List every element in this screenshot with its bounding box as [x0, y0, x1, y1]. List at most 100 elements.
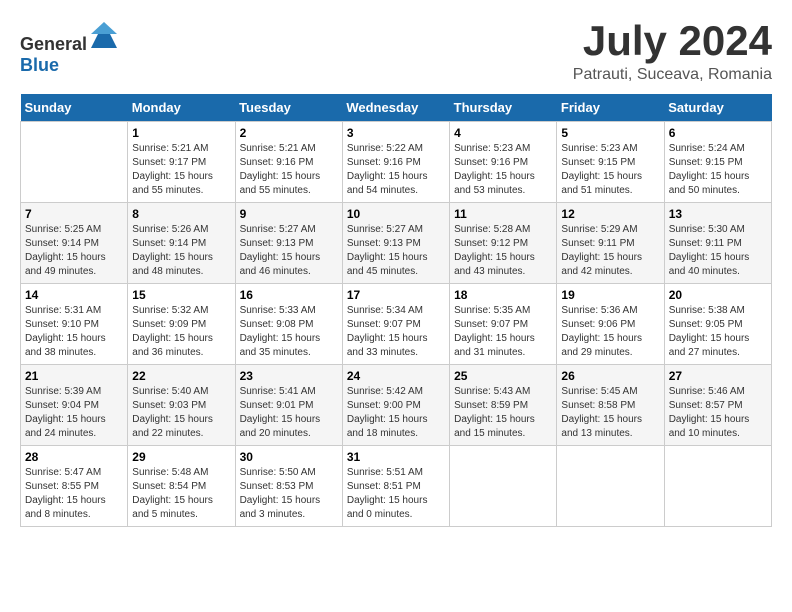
calendar-cell: 4 Sunrise: 5:23 AM Sunset: 9:16 PM Daylig… — [450, 122, 557, 203]
calendar-cell: 22 Sunrise: 5:40 AM Sunset: 9:03 PM Dayli… — [128, 365, 235, 446]
day-number: 22 — [132, 369, 230, 383]
calendar-cell: 29 Sunrise: 5:48 AM Sunset: 8:54 PM Dayli… — [128, 446, 235, 527]
calendar-cell: 11 Sunrise: 5:28 AM Sunset: 9:12 PM Dayli… — [450, 203, 557, 284]
day-number: 4 — [454, 126, 552, 140]
day-info: Sunrise: 5:31 AM Sunset: 9:10 PM Dayligh… — [25, 304, 123, 360]
day-info: Sunrise: 5:28 AM Sunset: 9:12 PM Dayligh… — [454, 223, 552, 279]
calendar-cell: 3 Sunrise: 5:22 AM Sunset: 9:16 PM Daylig… — [342, 122, 449, 203]
day-info: Sunrise: 5:41 AM Sunset: 9:01 PM Dayligh… — [240, 385, 338, 441]
day-info: Sunrise: 5:29 AM Sunset: 9:11 PM Dayligh… — [561, 223, 659, 279]
day-number: 20 — [669, 288, 767, 302]
calendar-week-row: 1 Sunrise: 5:21 AM Sunset: 9:17 PM Daylig… — [21, 122, 772, 203]
day-number: 11 — [454, 207, 552, 221]
day-number: 2 — [240, 126, 338, 140]
calendar-cell: 1 Sunrise: 5:21 AM Sunset: 9:17 PM Daylig… — [128, 122, 235, 203]
calendar-cell: 31 Sunrise: 5:51 AM Sunset: 8:51 PM Dayli… — [342, 446, 449, 527]
calendar-week-row: 7 Sunrise: 5:25 AM Sunset: 9:14 PM Daylig… — [21, 203, 772, 284]
day-number: 5 — [561, 126, 659, 140]
day-info: Sunrise: 5:35 AM Sunset: 9:07 PM Dayligh… — [454, 304, 552, 360]
calendar-cell: 25 Sunrise: 5:43 AM Sunset: 8:59 PM Dayli… — [450, 365, 557, 446]
day-number: 3 — [347, 126, 445, 140]
calendar-header-row: SundayMondayTuesdayWednesdayThursdayFrid… — [21, 94, 772, 122]
day-number: 14 — [25, 288, 123, 302]
day-info: Sunrise: 5:38 AM Sunset: 9:05 PM Dayligh… — [669, 304, 767, 360]
calendar-cell: 12 Sunrise: 5:29 AM Sunset: 9:11 PM Dayli… — [557, 203, 664, 284]
day-number: 29 — [132, 450, 230, 464]
day-info: Sunrise: 5:26 AM Sunset: 9:14 PM Dayligh… — [132, 223, 230, 279]
day-info: Sunrise: 5:24 AM Sunset: 9:15 PM Dayligh… — [669, 142, 767, 198]
col-header-friday: Friday — [557, 94, 664, 122]
month-year-title: July 2024 — [573, 20, 772, 62]
header: General Blue July 2024 Patrauti, Suceava… — [20, 20, 772, 84]
day-info: Sunrise: 5:48 AM Sunset: 8:54 PM Dayligh… — [132, 466, 230, 522]
day-info: Sunrise: 5:51 AM Sunset: 8:51 PM Dayligh… — [347, 466, 445, 522]
day-number: 12 — [561, 207, 659, 221]
calendar-cell: 15Sunrise: 5:32 AM Sunset: 9:09 PM Dayli… — [128, 284, 235, 365]
col-header-saturday: Saturday — [664, 94, 771, 122]
day-info: Sunrise: 5:22 AM Sunset: 9:16 PM Dayligh… — [347, 142, 445, 198]
day-number: 6 — [669, 126, 767, 140]
day-number: 23 — [240, 369, 338, 383]
day-number: 9 — [240, 207, 338, 221]
day-info: Sunrise: 5:23 AM Sunset: 9:16 PM Dayligh… — [454, 142, 552, 198]
day-info: Sunrise: 5:25 AM Sunset: 9:14 PM Dayligh… — [25, 223, 123, 279]
calendar-cell: 10 Sunrise: 5:27 AM Sunset: 9:13 PM Dayli… — [342, 203, 449, 284]
col-header-sunday: Sunday — [21, 94, 128, 122]
col-header-thursday: Thursday — [450, 94, 557, 122]
calendar-cell: 24Sunrise: 5:42 AM Sunset: 9:00 PM Dayli… — [342, 365, 449, 446]
day-info: Sunrise: 5:34 AM Sunset: 9:07 PM Dayligh… — [347, 304, 445, 360]
day-number: 1 — [132, 126, 230, 140]
day-info: Sunrise: 5:30 AM Sunset: 9:11 PM Dayligh… — [669, 223, 767, 279]
day-number: 15 — [132, 288, 230, 302]
day-number: 7 — [25, 207, 123, 221]
calendar-cell: 17Sunrise: 5:34 AM Sunset: 9:07 PM Dayli… — [342, 284, 449, 365]
day-info: Sunrise: 5:46 AM Sunset: 8:57 PM Dayligh… — [669, 385, 767, 441]
logo-blue-text: Blue — [20, 55, 59, 75]
calendar-cell: 26 Sunrise: 5:45 AM Sunset: 8:58 PM Dayli… — [557, 365, 664, 446]
day-info: Sunrise: 5:42 AM Sunset: 9:00 PM Dayligh… — [347, 385, 445, 441]
calendar-cell — [664, 446, 771, 527]
day-info: Sunrise: 5:27 AM Sunset: 9:13 PM Dayligh… — [347, 223, 445, 279]
day-info: Sunrise: 5:43 AM Sunset: 8:59 PM Dayligh… — [454, 385, 552, 441]
calendar-week-row: 14 Sunrise: 5:31 AM Sunset: 9:10 PM Dayli… — [21, 284, 772, 365]
calendar-table: SundayMondayTuesdayWednesdayThursdayFrid… — [20, 94, 772, 527]
calendar-cell: 27Sunrise: 5:46 AM Sunset: 8:57 PM Dayli… — [664, 365, 771, 446]
day-number: 25 — [454, 369, 552, 383]
calendar-cell: 18Sunrise: 5:35 AM Sunset: 9:07 PM Dayli… — [450, 284, 557, 365]
day-number: 16 — [240, 288, 338, 302]
day-info: Sunrise: 5:50 AM Sunset: 8:53 PM Dayligh… — [240, 466, 338, 522]
calendar-cell: 6 Sunrise: 5:24 AM Sunset: 9:15 PM Daylig… — [664, 122, 771, 203]
col-header-wednesday: Wednesday — [342, 94, 449, 122]
day-info: Sunrise: 5:23 AM Sunset: 9:15 PM Dayligh… — [561, 142, 659, 198]
location-text: Patrauti, Suceava, Romania — [573, 66, 772, 84]
day-number: 8 — [132, 207, 230, 221]
calendar-cell: 21Sunrise: 5:39 AM Sunset: 9:04 PM Dayli… — [21, 365, 128, 446]
calendar-week-row: 28 Sunrise: 5:47 AM Sunset: 8:55 PM Dayli… — [21, 446, 772, 527]
day-info: Sunrise: 5:40 AM Sunset: 9:03 PM Dayligh… — [132, 385, 230, 441]
calendar-cell: 14 Sunrise: 5:31 AM Sunset: 9:10 PM Dayli… — [21, 284, 128, 365]
calendar-cell: 19 Sunrise: 5:36 AM Sunset: 9:06 PM Dayli… — [557, 284, 664, 365]
logo: General Blue — [20, 20, 119, 76]
day-info: Sunrise: 5:21 AM Sunset: 9:17 PM Dayligh… — [132, 142, 230, 198]
calendar-cell: 7 Sunrise: 5:25 AM Sunset: 9:14 PM Daylig… — [21, 203, 128, 284]
day-number: 21 — [25, 369, 123, 383]
day-info: Sunrise: 5:36 AM Sunset: 9:06 PM Dayligh… — [561, 304, 659, 360]
col-header-tuesday: Tuesday — [235, 94, 342, 122]
calendar-cell — [21, 122, 128, 203]
calendar-cell: 20 Sunrise: 5:38 AM Sunset: 9:05 PM Dayli… — [664, 284, 771, 365]
calendar-cell: 16Sunrise: 5:33 AM Sunset: 9:08 PM Dayli… — [235, 284, 342, 365]
logo-icon — [89, 20, 119, 50]
day-number: 26 — [561, 369, 659, 383]
day-info: Sunrise: 5:45 AM Sunset: 8:58 PM Dayligh… — [561, 385, 659, 441]
day-number: 10 — [347, 207, 445, 221]
calendar-cell: 5 Sunrise: 5:23 AM Sunset: 9:15 PM Daylig… — [557, 122, 664, 203]
day-number: 30 — [240, 450, 338, 464]
calendar-cell: 9Sunrise: 5:27 AM Sunset: 9:13 PM Daylig… — [235, 203, 342, 284]
calendar-cell: 2Sunrise: 5:21 AM Sunset: 9:16 PM Daylig… — [235, 122, 342, 203]
day-number: 19 — [561, 288, 659, 302]
day-info: Sunrise: 5:47 AM Sunset: 8:55 PM Dayligh… — [25, 466, 123, 522]
col-header-monday: Monday — [128, 94, 235, 122]
day-number: 28 — [25, 450, 123, 464]
day-number: 31 — [347, 450, 445, 464]
logo-general-text: General — [20, 34, 87, 54]
